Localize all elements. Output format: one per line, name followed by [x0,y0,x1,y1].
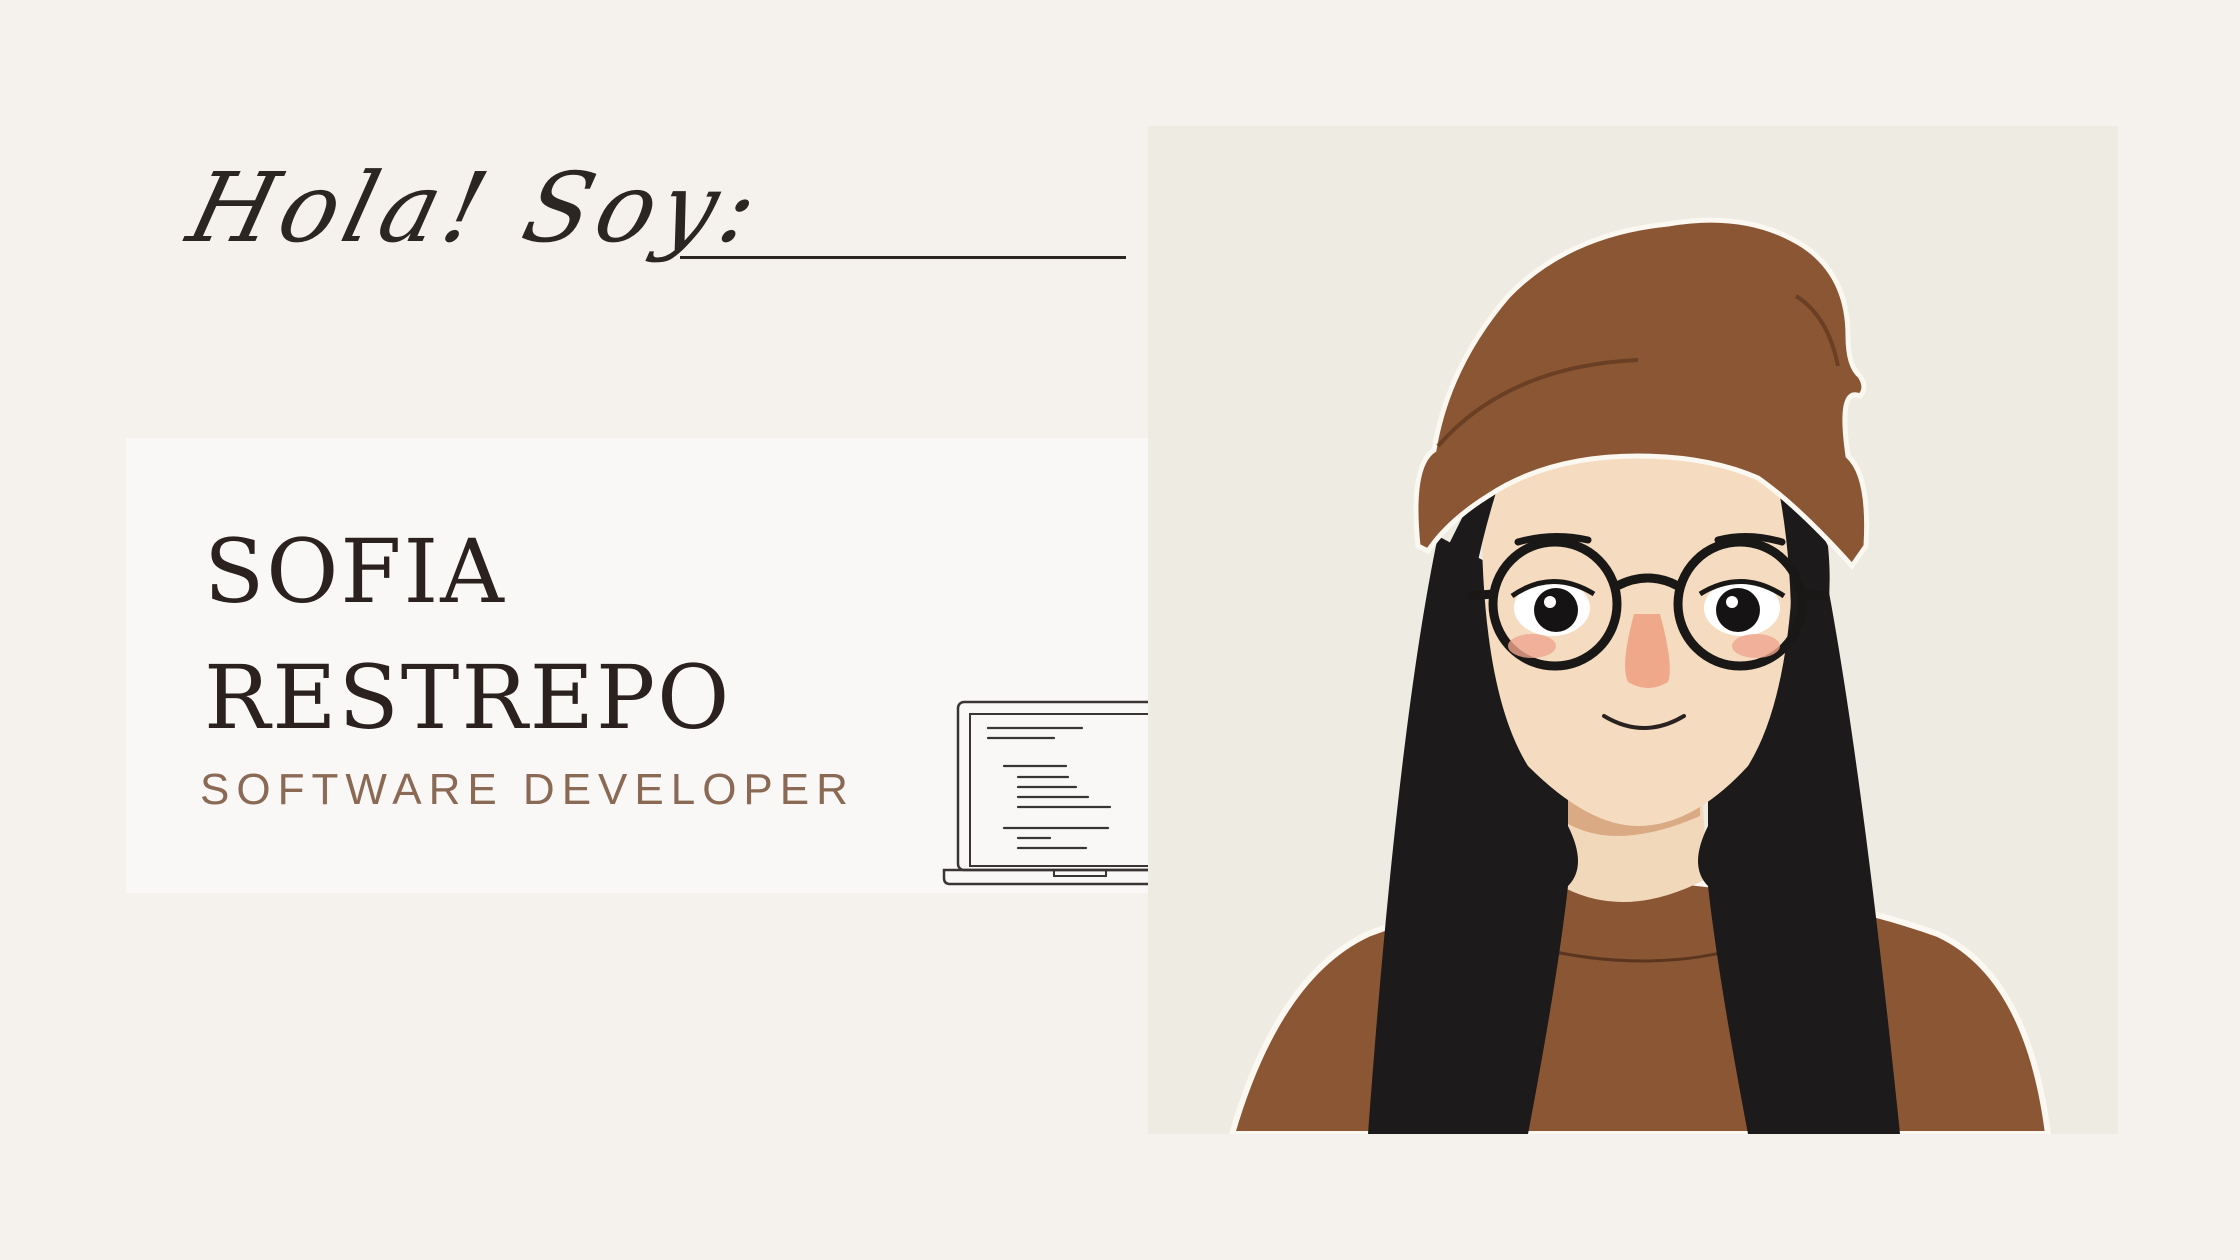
job-title: SOFTWARE DEVELOPER [200,765,855,814]
avatar-drawing [1228,217,2052,1134]
first-name: SOFIA [204,520,506,623]
greeting-text: Hola! Soy: [178,152,775,264]
name-card: SOFIA RESTREPO SOFTWARE DEVELOPER [126,438,1234,893]
avatar-illustration [1148,126,2118,1134]
avatar-sweater [1228,879,2052,1134]
greeting-underline [680,256,1126,259]
last-name: RESTREPO [204,646,732,749]
